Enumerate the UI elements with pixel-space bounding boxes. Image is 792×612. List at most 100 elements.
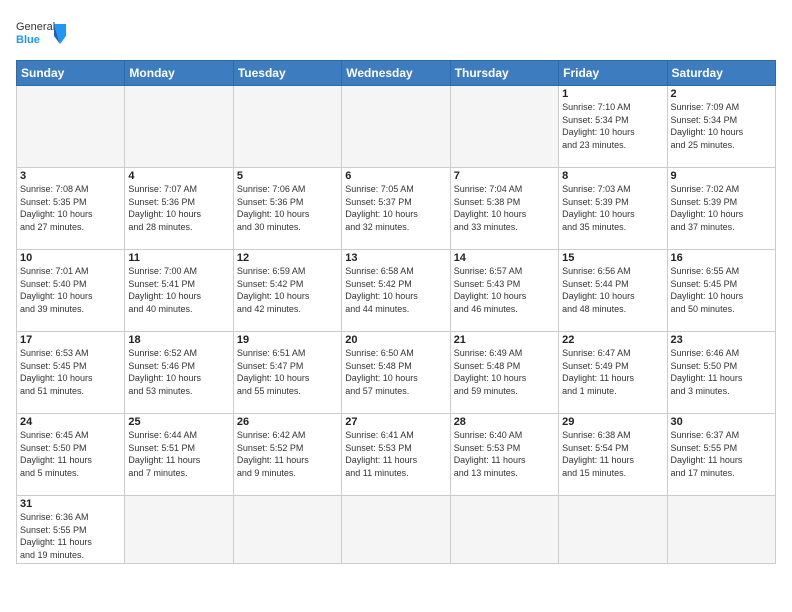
- day-info: Sunrise: 6:58 AM Sunset: 5:42 PM Dayligh…: [345, 265, 446, 315]
- calendar-day-cell: 8Sunrise: 7:03 AM Sunset: 5:39 PM Daylig…: [559, 168, 667, 250]
- header: General Blue: [16, 16, 776, 56]
- weekday-header-row: SundayMondayTuesdayWednesdayThursdayFrid…: [17, 61, 776, 86]
- weekday-header: Monday: [125, 61, 233, 86]
- calendar-day-cell: 13Sunrise: 6:58 AM Sunset: 5:42 PM Dayli…: [342, 250, 450, 332]
- day-number: 2: [671, 88, 772, 100]
- day-info: Sunrise: 6:36 AM Sunset: 5:55 PM Dayligh…: [20, 511, 121, 561]
- page: General Blue SundayMondayTuesdayWednesda…: [0, 0, 792, 572]
- day-number: 19: [237, 334, 338, 346]
- day-info: Sunrise: 7:08 AM Sunset: 5:35 PM Dayligh…: [20, 183, 121, 233]
- day-info: Sunrise: 7:10 AM Sunset: 5:34 PM Dayligh…: [562, 101, 663, 151]
- day-info: Sunrise: 6:57 AM Sunset: 5:43 PM Dayligh…: [454, 265, 555, 315]
- day-info: Sunrise: 6:41 AM Sunset: 5:53 PM Dayligh…: [345, 429, 446, 479]
- day-info: Sunrise: 7:02 AM Sunset: 5:39 PM Dayligh…: [671, 183, 772, 233]
- calendar-day-cell: 14Sunrise: 6:57 AM Sunset: 5:43 PM Dayli…: [450, 250, 558, 332]
- calendar-day-cell: 29Sunrise: 6:38 AM Sunset: 5:54 PM Dayli…: [559, 414, 667, 496]
- day-info: Sunrise: 7:06 AM Sunset: 5:36 PM Dayligh…: [237, 183, 338, 233]
- day-number: 8: [562, 170, 663, 182]
- weekday-header: Tuesday: [233, 61, 341, 86]
- day-number: 3: [20, 170, 121, 182]
- day-info: Sunrise: 7:00 AM Sunset: 5:41 PM Dayligh…: [128, 265, 229, 315]
- calendar-day-cell: 7Sunrise: 7:04 AM Sunset: 5:38 PM Daylig…: [450, 168, 558, 250]
- day-number: 23: [671, 334, 772, 346]
- calendar-day-cell: 5Sunrise: 7:06 AM Sunset: 5:36 PM Daylig…: [233, 168, 341, 250]
- day-number: 24: [20, 416, 121, 428]
- calendar-day-cell: 3Sunrise: 7:08 AM Sunset: 5:35 PM Daylig…: [17, 168, 125, 250]
- day-number: 26: [237, 416, 338, 428]
- weekday-header: Thursday: [450, 61, 558, 86]
- calendar-day-cell: 30Sunrise: 6:37 AM Sunset: 5:55 PM Dayli…: [667, 414, 775, 496]
- day-number: 29: [562, 416, 663, 428]
- day-number: 17: [20, 334, 121, 346]
- day-info: Sunrise: 7:03 AM Sunset: 5:39 PM Dayligh…: [562, 183, 663, 233]
- day-info: Sunrise: 6:46 AM Sunset: 5:50 PM Dayligh…: [671, 347, 772, 397]
- day-number: 25: [128, 416, 229, 428]
- calendar-day-cell: 18Sunrise: 6:52 AM Sunset: 5:46 PM Dayli…: [125, 332, 233, 414]
- calendar-week-row: 17Sunrise: 6:53 AM Sunset: 5:45 PM Dayli…: [17, 332, 776, 414]
- day-info: Sunrise: 6:52 AM Sunset: 5:46 PM Dayligh…: [128, 347, 229, 397]
- calendar-day-cell: 23Sunrise: 6:46 AM Sunset: 5:50 PM Dayli…: [667, 332, 775, 414]
- day-number: 14: [454, 252, 555, 264]
- day-number: 31: [20, 498, 121, 510]
- calendar-week-row: 24Sunrise: 6:45 AM Sunset: 5:50 PM Dayli…: [17, 414, 776, 496]
- calendar-day-cell: 21Sunrise: 6:49 AM Sunset: 5:48 PM Dayli…: [450, 332, 558, 414]
- day-info: Sunrise: 6:47 AM Sunset: 5:49 PM Dayligh…: [562, 347, 663, 397]
- day-number: 21: [454, 334, 555, 346]
- calendar-day-cell: 11Sunrise: 7:00 AM Sunset: 5:41 PM Dayli…: [125, 250, 233, 332]
- day-info: Sunrise: 6:37 AM Sunset: 5:55 PM Dayligh…: [671, 429, 772, 479]
- svg-text:Blue: Blue: [16, 34, 40, 46]
- calendar-week-row: 31Sunrise: 6:36 AM Sunset: 5:55 PM Dayli…: [17, 496, 776, 564]
- day-info: Sunrise: 7:01 AM Sunset: 5:40 PM Dayligh…: [20, 265, 121, 315]
- calendar-day-cell: 20Sunrise: 6:50 AM Sunset: 5:48 PM Dayli…: [342, 332, 450, 414]
- day-info: Sunrise: 7:05 AM Sunset: 5:37 PM Dayligh…: [345, 183, 446, 233]
- calendar: SundayMondayTuesdayWednesdayThursdayFrid…: [16, 60, 776, 564]
- calendar-day-cell: 2Sunrise: 7:09 AM Sunset: 5:34 PM Daylig…: [667, 86, 775, 168]
- calendar-day-cell: 1Sunrise: 7:10 AM Sunset: 5:34 PM Daylig…: [559, 86, 667, 168]
- day-number: 16: [671, 252, 772, 264]
- calendar-day-cell: 19Sunrise: 6:51 AM Sunset: 5:47 PM Dayli…: [233, 332, 341, 414]
- calendar-week-row: 3Sunrise: 7:08 AM Sunset: 5:35 PM Daylig…: [17, 168, 776, 250]
- calendar-day-cell: 9Sunrise: 7:02 AM Sunset: 5:39 PM Daylig…: [667, 168, 775, 250]
- day-info: Sunrise: 6:53 AM Sunset: 5:45 PM Dayligh…: [20, 347, 121, 397]
- day-info: Sunrise: 7:04 AM Sunset: 5:38 PM Dayligh…: [454, 183, 555, 233]
- day-info: Sunrise: 6:38 AM Sunset: 5:54 PM Dayligh…: [562, 429, 663, 479]
- day-info: Sunrise: 6:56 AM Sunset: 5:44 PM Dayligh…: [562, 265, 663, 315]
- calendar-day-cell: 12Sunrise: 6:59 AM Sunset: 5:42 PM Dayli…: [233, 250, 341, 332]
- calendar-day-cell: [233, 86, 341, 168]
- weekday-header: Saturday: [667, 61, 775, 86]
- day-number: 6: [345, 170, 446, 182]
- logo: General Blue: [16, 16, 66, 56]
- weekday-header: Friday: [559, 61, 667, 86]
- day-info: Sunrise: 6:59 AM Sunset: 5:42 PM Dayligh…: [237, 265, 338, 315]
- calendar-day-cell: [450, 86, 558, 168]
- day-number: 27: [345, 416, 446, 428]
- day-info: Sunrise: 7:07 AM Sunset: 5:36 PM Dayligh…: [128, 183, 229, 233]
- day-number: 9: [671, 170, 772, 182]
- calendar-week-row: 1Sunrise: 7:10 AM Sunset: 5:34 PM Daylig…: [17, 86, 776, 168]
- day-number: 5: [237, 170, 338, 182]
- calendar-day-cell: 6Sunrise: 7:05 AM Sunset: 5:37 PM Daylig…: [342, 168, 450, 250]
- calendar-day-cell: 4Sunrise: 7:07 AM Sunset: 5:36 PM Daylig…: [125, 168, 233, 250]
- calendar-day-cell: [125, 496, 233, 564]
- calendar-day-cell: [342, 86, 450, 168]
- day-number: 7: [454, 170, 555, 182]
- calendar-day-cell: [559, 496, 667, 564]
- day-number: 10: [20, 252, 121, 264]
- calendar-day-cell: 15Sunrise: 6:56 AM Sunset: 5:44 PM Dayli…: [559, 250, 667, 332]
- day-number: 20: [345, 334, 446, 346]
- day-number: 4: [128, 170, 229, 182]
- calendar-day-cell: [450, 496, 558, 564]
- calendar-week-row: 10Sunrise: 7:01 AM Sunset: 5:40 PM Dayli…: [17, 250, 776, 332]
- day-info: Sunrise: 6:42 AM Sunset: 5:52 PM Dayligh…: [237, 429, 338, 479]
- day-info: Sunrise: 6:51 AM Sunset: 5:47 PM Dayligh…: [237, 347, 338, 397]
- day-number: 28: [454, 416, 555, 428]
- calendar-day-cell: 26Sunrise: 6:42 AM Sunset: 5:52 PM Dayli…: [233, 414, 341, 496]
- day-number: 11: [128, 252, 229, 264]
- calendar-day-cell: 17Sunrise: 6:53 AM Sunset: 5:45 PM Dayli…: [17, 332, 125, 414]
- day-number: 18: [128, 334, 229, 346]
- svg-text:General: General: [16, 21, 55, 33]
- day-number: 22: [562, 334, 663, 346]
- calendar-day-cell: 24Sunrise: 6:45 AM Sunset: 5:50 PM Dayli…: [17, 414, 125, 496]
- day-info: Sunrise: 7:09 AM Sunset: 5:34 PM Dayligh…: [671, 101, 772, 151]
- calendar-day-cell: [667, 496, 775, 564]
